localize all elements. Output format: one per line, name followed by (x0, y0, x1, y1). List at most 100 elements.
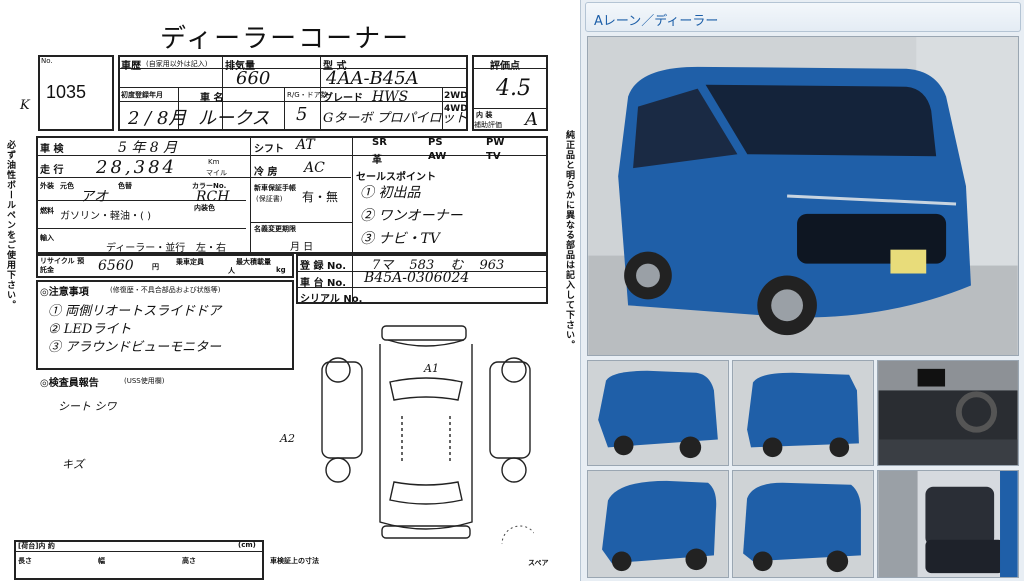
chassis-label: 車 台 No. (300, 278, 347, 289)
recycle-unit: 円 (152, 263, 159, 271)
note-2: ② LEDライト (48, 322, 132, 337)
right-margin-note: 純正品と明らかに異なる部品は記入して下さい。 (564, 130, 574, 350)
thumb-cockpit-image (878, 361, 1018, 465)
thumb-rear-right[interactable] (732, 470, 874, 578)
inspector-note-2: キズ (62, 458, 84, 471)
car-name-label: 車 名 (200, 93, 224, 104)
equip-leather: 革 (372, 155, 382, 166)
color-tone-label: 色替 (118, 182, 132, 190)
left-margin-note: 必ず油性ボールペンをご使用下さい。 (5, 140, 15, 310)
equip-ps: PS (428, 137, 443, 148)
ac-value: AC (304, 160, 325, 176)
equip-tv: TV (486, 151, 501, 162)
car-front-view-image (588, 37, 1018, 355)
first-reg-label: 初度登録年月 (121, 91, 163, 99)
sheet-title: ディーラーコーナー (160, 24, 411, 54)
lane-header: Aレーン／ディーラー (585, 2, 1021, 32)
inspector-note-1: シート シワ (58, 400, 117, 413)
doors-label: R/G・ドア数 (287, 91, 328, 99)
recycle-label: リサイクル 預託金 (40, 257, 85, 274)
cargo-length: 長さ (18, 557, 32, 565)
damage-diagram (321, 325, 534, 544)
capacity-unit: 人 (228, 267, 235, 275)
interior-color-label: 内装色 (194, 204, 215, 212)
fuel-label: 燃料 (40, 207, 54, 215)
main-photo[interactable] (587, 36, 1019, 356)
sales-point-3: ③ ナビ・TV (360, 231, 440, 247)
interior-score: A (525, 109, 538, 130)
equip-sr: SR (372, 137, 387, 148)
thumb-cockpit[interactable] (877, 360, 1019, 466)
warranty-label: 新車保証手帳 (254, 184, 296, 192)
sales-point-1: ① 初出品 (360, 185, 421, 201)
serial-label: シリアル No. (300, 294, 363, 305)
load-unit: kg (276, 266, 286, 274)
thumb-rear-left[interactable] (732, 360, 874, 466)
interior-sub: 補助評価 (474, 121, 502, 129)
interior-label: 内 装 (476, 111, 493, 119)
note-1: ① 両側リオートスライドドア (48, 304, 222, 319)
drive-2wd: 2WD (444, 91, 468, 101)
import-value: ディーラー・並行 (106, 243, 186, 254)
damage-mark-a2: A2 (280, 432, 295, 445)
thumb-front-right-image (588, 471, 728, 577)
fuel-value: ガソリン・軽油・( ) (60, 211, 151, 222)
history-note: (自家用以外は記入) (146, 60, 208, 68)
capacity-label: 乗車定員 (176, 258, 204, 266)
model-value: 4AA-B45A (326, 68, 419, 89)
car-name-value: ルークス (198, 108, 270, 129)
drive-4wd: 4WD (444, 104, 468, 114)
inspection-label: 車 検 (40, 144, 64, 155)
name-change-label: 名義変更期限 (254, 225, 296, 233)
thumb-front-left[interactable] (587, 360, 729, 466)
displacement-value: 660 (236, 68, 271, 89)
grade-label: グレード (323, 93, 363, 104)
warranty-note: (保証書) (256, 195, 283, 203)
spec-grid (36, 136, 548, 254)
steering-value: 左・右 (196, 243, 226, 254)
spare-label: スペア (528, 559, 549, 567)
recycle-value: 6560 (98, 258, 134, 274)
first-reg-value: 2 / 8月 (128, 108, 187, 129)
mileage-value: 28,384 (96, 157, 177, 178)
cargo-unit: (cm) (238, 541, 256, 549)
cargo-height: 高さ (182, 557, 196, 565)
thumb-rear-seat-image (878, 471, 1018, 577)
inspection-value: 5 年 8 月 (118, 140, 178, 156)
thumb-rear-seat[interactable] (877, 470, 1019, 578)
auction-sheet: 必ず油性ボールペンをご使用下さい。 純正品と明らかに異なる部品は記入して下さい。… (0, 0, 578, 581)
import-label: 輸入 (40, 234, 54, 242)
warranty-value: 有・無 (302, 190, 339, 204)
photo-panel: Aレーン／ディーラー (580, 0, 1024, 581)
lot-number: 1035 (46, 82, 87, 102)
cargo-width: 幅 (98, 557, 105, 565)
lot-no-label: No. (41, 57, 53, 65)
damage-mark-a1: A1 (424, 362, 439, 375)
side-letter: K (20, 98, 30, 113)
thumb-front-right[interactable] (587, 470, 729, 578)
history-label: 車歴 (121, 61, 141, 72)
ac-label: 冷 房 (254, 167, 278, 178)
mileage-label: 走 行 (40, 165, 64, 176)
name-change-value: 月 日 (290, 242, 314, 253)
load-label: 最大積載量 (236, 258, 271, 266)
chassis-value: B45A-0306024 (364, 270, 470, 286)
shift-label: シフト (254, 144, 284, 155)
equip-aw: AW (428, 151, 447, 162)
thumb-rear-right-image (733, 471, 873, 577)
exterior-color-label: 外装 (40, 182, 54, 190)
doors-value: 5 (296, 104, 308, 125)
score-label: 評価点 (490, 61, 520, 72)
note-3: ③ アラウンドビューモニター (48, 340, 222, 355)
mileage-unit-km: Km (208, 158, 220, 166)
shift-value: AT (296, 137, 315, 153)
color-value: アオ (80, 189, 108, 205)
cargo-label: [荷台]内 約 (18, 542, 55, 550)
reg-no-label: 登 録 No. (300, 261, 347, 272)
inspector-label: ◎検査員報告 (40, 378, 99, 389)
grade-top: HWS (372, 89, 409, 105)
color-label: 元色 (60, 182, 74, 190)
cert-label: 車検証上の寸法 (270, 557, 319, 565)
notes-sub: (修復歴・不具合部品および状態等) (110, 286, 221, 294)
equip-pw: PW (486, 137, 505, 148)
